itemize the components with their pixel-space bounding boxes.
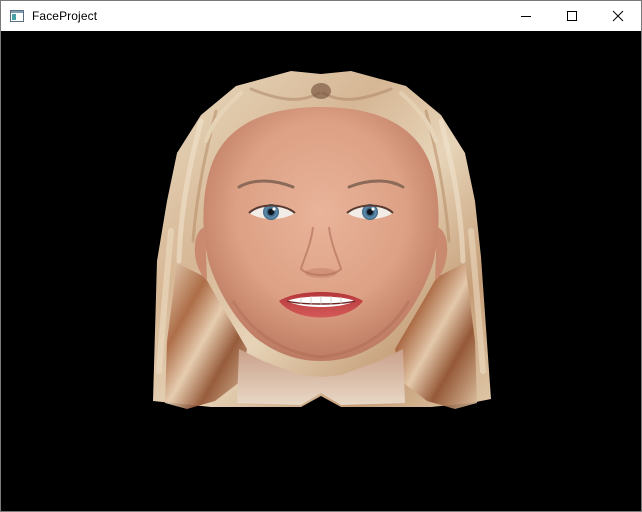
title-bar[interactable]: FaceProject [1,1,641,31]
close-button[interactable] [595,1,641,31]
minimize-icon [521,16,531,17]
window-title: FaceProject [32,9,98,23]
maximize-icon [567,11,577,21]
render-viewport[interactable] [1,31,641,511]
face-model-render[interactable] [1,31,641,511]
app-window-icon [10,10,24,22]
close-icon [612,10,624,22]
minimize-button[interactable] [503,1,549,31]
app-window: FaceProject [0,0,642,512]
window-controls [503,1,641,31]
maximize-button[interactable] [549,1,595,31]
nose-shadow [305,268,337,278]
hair-part-shadow [311,83,331,99]
